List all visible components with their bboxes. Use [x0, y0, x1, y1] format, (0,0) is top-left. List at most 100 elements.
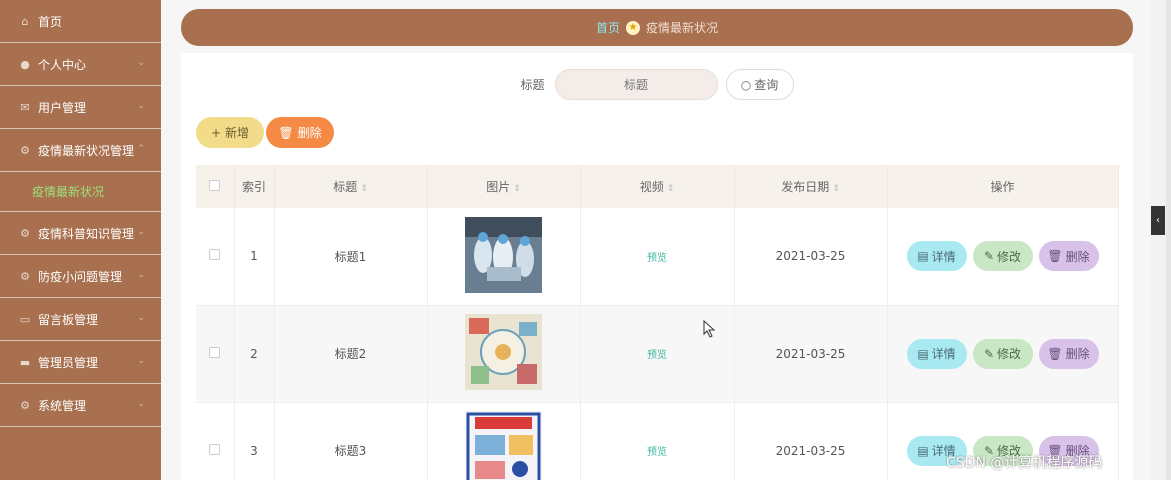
- sidebar-item-label: 留言板管理: [38, 312, 99, 327]
- header-actions: 操作: [887, 165, 1119, 208]
- detail-button[interactable]: ▤ 详情: [906, 338, 967, 369]
- header-date[interactable]: 发布日期 ⇕: [734, 165, 888, 208]
- video-preview-link[interactable]: 预览: [647, 253, 667, 264]
- user-icon: ●: [20, 57, 30, 71]
- chevron-up-icon: ⌃: [137, 144, 145, 154]
- briefcase-icon: ▬: [19, 355, 31, 369]
- search-bar: 标题 ○ 查询: [181, 69, 1133, 100]
- mail-icon: ✉: [20, 100, 30, 114]
- search-button[interactable]: ○ 查询: [725, 69, 794, 100]
- mouse-cursor-icon: [703, 320, 716, 338]
- row-date: 2021-03-25: [734, 305, 888, 403]
- sidebar-subitem-epidemic-status[interactable]: 疫情最新状况: [0, 172, 161, 212]
- header-image[interactable]: 图片 ⇕: [427, 165, 581, 208]
- header-title[interactable]: 标题 ⇕: [274, 165, 428, 208]
- chevron-down-icon: ⌄: [137, 399, 145, 409]
- trash-icon: 🗑: [1047, 346, 1063, 361]
- row-index: 1: [234, 208, 275, 306]
- sidebar-item-epidemic-status[interactable]: ⚙ 疫情最新状况管理 ⌃: [0, 129, 161, 172]
- chevron-down-icon: ⌄: [137, 101, 145, 111]
- trash-icon: 🗑: [1047, 249, 1063, 264]
- search-label: 标题: [520, 78, 545, 92]
- watermark: CSDN @计算机程序源码: [946, 455, 1103, 471]
- sidebar-item-questions[interactable]: ⚙ 防疫小问题管理 ⌄: [0, 255, 161, 298]
- row-image[interactable]: [465, 314, 542, 390]
- sidebar-item-users[interactable]: ✉ 用户管理 ⌄: [0, 86, 161, 129]
- edit-icon: ✎: [983, 346, 995, 361]
- sort-icon[interactable]: ⇕: [832, 184, 840, 194]
- edit-icon: ✎: [983, 249, 995, 264]
- table-row: 2 标题2 预览 2021-03-25 ▤ 详情 ✎ 修改 🗑 删除: [196, 305, 1119, 403]
- add-button[interactable]: + 新增: [196, 117, 264, 148]
- header-select-all[interactable]: [196, 165, 235, 208]
- header-video[interactable]: 视频 ⇕: [580, 165, 735, 208]
- plus-icon: +: [210, 125, 222, 140]
- trash-icon: 🗑: [278, 125, 294, 140]
- video-preview-link[interactable]: 预览: [647, 350, 667, 361]
- chevron-down-icon: ⌄: [137, 313, 145, 323]
- delete-button[interactable]: 🗑 删除: [1038, 241, 1099, 272]
- row-checkbox[interactable]: [209, 443, 221, 455]
- scrollbar[interactable]: [1166, 0, 1171, 480]
- sidebar-subitem-label: 疫情最新状况: [32, 185, 105, 199]
- delete-button[interactable]: 🗑 删除: [1038, 338, 1099, 369]
- settings-icon: ⚙: [20, 398, 30, 412]
- sidebar-item-system[interactable]: ⚙ 系统管理 ⌄: [0, 384, 161, 427]
- document-icon: ▤: [917, 443, 929, 458]
- row-image[interactable]: [465, 216, 542, 293]
- sidebar-item-home[interactable]: ⌂ 首页: [0, 0, 161, 43]
- row-index: 2: [234, 305, 275, 403]
- chevron-left-icon: ‹: [1156, 215, 1160, 226]
- breadcrumb-current: 疫情最新状况: [646, 21, 719, 35]
- sort-icon[interactable]: ⇕: [360, 184, 368, 194]
- sidebar-item-label: 疫情科普知识管理: [38, 226, 135, 241]
- edit-button[interactable]: ✎ 修改: [972, 241, 1033, 272]
- row-checkbox[interactable]: [209, 346, 221, 358]
- chevron-down-icon: ⌄: [137, 356, 145, 366]
- search-button-label: 查询: [754, 78, 779, 92]
- sidebar-item-messages[interactable]: ▭ 留言板管理 ⌄: [0, 298, 161, 341]
- row-title: 标题1: [274, 208, 428, 306]
- video-preview-link[interactable]: 预览: [647, 447, 667, 458]
- star-icon: ★: [626, 20, 640, 35]
- chevron-down-icon: ⌄: [137, 227, 145, 237]
- sidebar-item-label: 疫情最新状况管理: [38, 143, 135, 158]
- row-title: 标题3: [274, 402, 428, 480]
- document-icon: ▤: [917, 346, 929, 361]
- chat-icon: ▭: [19, 312, 31, 326]
- settings-icon: ⚙: [20, 226, 30, 240]
- table-row: 1 标题1 预览 2021-03-25 ▤ 详情 ✎ 修改 🗑 删除: [196, 208, 1119, 306]
- table-header-row: 索引 标题 ⇕ 图片 ⇕ 视频 ⇕ 发布日期 ⇕ 操作: [196, 165, 1119, 208]
- main-area: 首页 ★ 疫情最新状况 标题 ○ 查询 + 新增 🗑 删除: [161, 0, 1151, 480]
- sidebar-item-profile[interactable]: ● 个人中心 ⌄: [0, 43, 161, 86]
- checkbox[interactable]: [209, 179, 221, 191]
- row-index: 3: [234, 402, 275, 480]
- detail-button[interactable]: ▤ 详情: [906, 241, 967, 272]
- delete-button-label: 删除: [297, 126, 322, 140]
- sidebar-item-label: 系统管理: [38, 398, 87, 413]
- search-icon: ○: [740, 77, 752, 92]
- toolbar: + 新增 🗑 删除: [196, 117, 334, 148]
- sidebar-item-label: 用户管理: [38, 100, 87, 115]
- sort-icon[interactable]: ⇕: [513, 184, 521, 194]
- document-icon: ▤: [917, 249, 929, 264]
- row-date: 2021-03-25: [734, 208, 888, 306]
- collapse-panel-button[interactable]: ‹: [1151, 206, 1165, 235]
- settings-icon: ⚙: [20, 269, 30, 283]
- sidebar-item-knowledge[interactable]: ⚙ 疫情科普知识管理 ⌄: [0, 212, 161, 255]
- batch-delete-button[interactable]: 🗑 删除: [266, 117, 334, 148]
- add-button-label: 新增: [225, 126, 250, 140]
- sort-icon[interactable]: ⇕: [667, 184, 675, 194]
- sidebar-item-label: 个人中心: [38, 57, 87, 72]
- sidebar-item-admins[interactable]: ▬ 管理员管理 ⌄: [0, 341, 161, 384]
- breadcrumb-home[interactable]: 首页: [596, 19, 620, 36]
- sidebar-item-label: 管理员管理: [38, 355, 99, 370]
- edit-button[interactable]: ✎ 修改: [972, 338, 1033, 369]
- search-input[interactable]: [554, 69, 718, 100]
- chevron-down-icon: ⌄: [137, 270, 145, 280]
- data-table: 索引 标题 ⇕ 图片 ⇕ 视频 ⇕ 发布日期 ⇕ 操作 1 标题1 预览 202…: [196, 165, 1119, 480]
- header-index: 索引: [234, 165, 275, 208]
- row-checkbox[interactable]: [209, 249, 221, 261]
- home-icon: ⌂: [21, 14, 29, 28]
- row-image[interactable]: [465, 411, 542, 480]
